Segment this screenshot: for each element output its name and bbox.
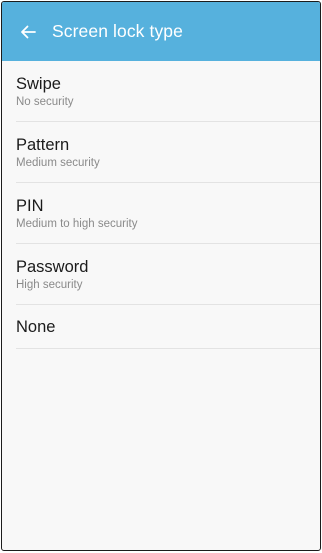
option-pattern[interactable]: Pattern Medium security bbox=[2, 122, 320, 183]
option-subtitle: No security bbox=[16, 95, 74, 108]
option-password[interactable]: Password High security bbox=[2, 244, 320, 305]
lock-type-list: Swipe No security Pattern Medium securit… bbox=[2, 61, 320, 349]
option-title: PIN bbox=[16, 196, 44, 215]
option-title: None bbox=[16, 318, 56, 336]
option-subtitle: Medium to high security bbox=[16, 217, 138, 230]
app-bar: Screen lock type bbox=[2, 2, 320, 61]
phone-screen: Screen lock type Swipe No security Patte… bbox=[1, 1, 321, 551]
option-title: Swipe bbox=[16, 74, 61, 93]
page-title: Screen lock type bbox=[52, 21, 183, 41]
option-subtitle: Medium security bbox=[16, 156, 100, 169]
option-swipe[interactable]: Swipe No security bbox=[2, 61, 320, 122]
option-pin[interactable]: PIN Medium to high security bbox=[2, 183, 320, 244]
option-title: Password bbox=[16, 257, 89, 276]
option-title: Pattern bbox=[16, 135, 70, 154]
back-arrow-icon[interactable] bbox=[18, 22, 38, 42]
option-none[interactable]: None bbox=[2, 305, 320, 349]
option-subtitle: High security bbox=[16, 278, 83, 291]
